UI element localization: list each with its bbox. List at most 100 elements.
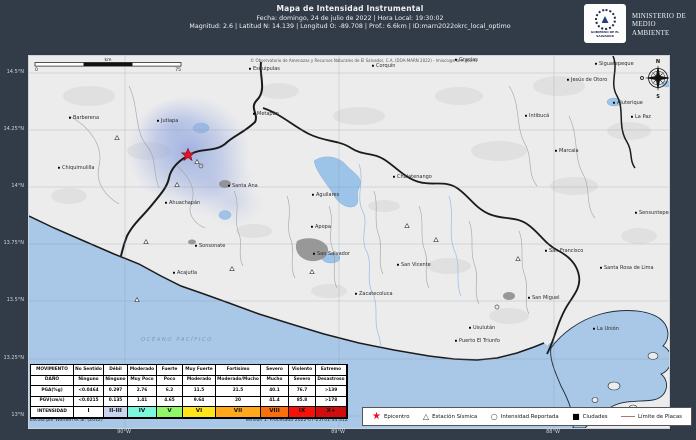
- city-label: Jesús de Otoro: [570, 76, 607, 83]
- table-cell: IV: [128, 407, 157, 418]
- table-cell: VII: [216, 407, 261, 418]
- city-label: Intibucá: [529, 112, 549, 119]
- lon-tick-label: 90°W: [111, 429, 137, 435]
- city-label: San Salvador: [317, 251, 351, 257]
- city-marker-icon: [528, 297, 530, 299]
- city-marker-icon: [393, 176, 395, 178]
- table-cell: Moderado: [128, 365, 157, 376]
- legend-item-label: Límite de Placas: [638, 414, 682, 420]
- city-label: Metapán: [257, 110, 279, 117]
- city-marker-icon: [253, 113, 255, 115]
- table-cell: VI: [183, 407, 216, 418]
- city-label: Ajuterique: [617, 100, 643, 106]
- ministry-label: MINISTERIO DE MEDIO AMBIENTE: [632, 13, 694, 38]
- scale-source-note: Escala por Worden et al. (2012): [30, 418, 103, 423]
- table-cell: 1.41: [128, 397, 157, 408]
- header: Mapa de Intensidad Instrumental Fecha: d…: [30, 4, 670, 30]
- city-label: Chalatenango: [397, 174, 432, 180]
- city-label: Gracias: [459, 57, 478, 63]
- scale-unit: km: [105, 57, 112, 63]
- table-row-header: MOVIMIENTO: [31, 365, 74, 376]
- scale-end: 75: [175, 67, 181, 73]
- table-cell: X+: [316, 407, 347, 418]
- scale-start: 0: [35, 67, 38, 73]
- city-label: Acajutla: [177, 270, 197, 276]
- city-marker-icon: [69, 117, 71, 119]
- city-marker-icon: [312, 194, 314, 196]
- legend-item-label: Estación Sísmica: [432, 414, 477, 420]
- table-cell: I: [74, 407, 104, 418]
- city-label: Usulután: [473, 324, 495, 331]
- el-salvador-seal-icon: [595, 9, 616, 30]
- table-cell: 4.65: [157, 397, 183, 408]
- compass-n: N: [656, 59, 660, 65]
- lat-tick-label: 14.5°N: [7, 69, 24, 75]
- legend-item-label: Epicentro: [384, 414, 410, 420]
- table-cell: 2.76: [128, 386, 157, 397]
- header-event-line: Magnitud: 2.6 | Latitud N: 14.139 | Long…: [30, 23, 670, 30]
- symbol-legend: ★Epicentro△Estación Sísmica○Intensidad R…: [362, 407, 692, 426]
- table-cell: Ninguno: [104, 376, 128, 387]
- table-cell: No Sentido: [74, 365, 104, 376]
- city-marker-icon: [313, 253, 315, 255]
- gobierno-logo: GOBIERNO DE EL SALVADOR: [584, 4, 626, 43]
- table-cell: 20: [216, 397, 261, 408]
- table-row-header: PGA(%g): [31, 386, 74, 397]
- legend-item: △Estación Sísmica: [423, 413, 477, 421]
- city-label: Apopa: [315, 224, 331, 230]
- lat-tick-label: 13°N: [11, 412, 24, 418]
- city-marker-icon: [311, 226, 313, 228]
- table-cell: <0.0215: [74, 397, 104, 408]
- city-square-icon: ■: [572, 413, 580, 421]
- legend-item: ○Intensidad Reportada: [491, 413, 559, 421]
- table-cell: >178: [316, 397, 347, 408]
- table-cell: 0.135: [104, 397, 128, 408]
- table-cell: <0.0464: [74, 386, 104, 397]
- city-marker-icon: [595, 63, 597, 65]
- table-cell: Poco: [157, 376, 183, 387]
- city-marker-icon: [600, 267, 602, 269]
- lat-tick-label: 14°N: [11, 183, 24, 189]
- table-cell: Extremo: [316, 365, 347, 376]
- city-label: Esquipulas: [253, 66, 280, 72]
- legend-item: ■Ciudades: [572, 413, 608, 421]
- table-cell: Violento: [289, 365, 316, 376]
- city-label: La Paz: [635, 114, 651, 120]
- city-marker-icon: [545, 250, 547, 252]
- city-label: Ahuachapán: [169, 199, 200, 206]
- table-cell: 9.64: [183, 397, 216, 408]
- table-cell: Mucho: [261, 376, 289, 387]
- table-cell: 40.1: [261, 386, 289, 397]
- gobierno-label: GOBIERNO DE EL SALVADOR: [584, 31, 626, 38]
- header-date-line: Fecha: domingo, 24 de julio de 2022 | Ho…: [30, 15, 670, 22]
- city-label: Chiquimulilla: [62, 165, 94, 171]
- city-label: Corquín: [376, 62, 395, 69]
- city-marker-icon: [157, 120, 159, 122]
- table-cell: IX: [289, 407, 316, 418]
- table-cell: 41.4: [261, 397, 289, 408]
- city-label: Santa Rosa de Lima: [604, 265, 654, 271]
- city-marker-icon: [249, 68, 251, 70]
- city-marker-icon: [228, 185, 230, 187]
- city-marker-icon: [455, 340, 457, 342]
- city-marker-icon: [631, 116, 633, 118]
- table-cell: Severo: [261, 365, 289, 376]
- compass-s: S: [656, 94, 660, 100]
- city-marker-icon: [397, 264, 399, 266]
- latitude-labels: 14.5°N14.25°N14°N13.75°N13.5°N13.25°N13°…: [2, 55, 26, 427]
- table-row-header: DAÑO: [31, 376, 74, 387]
- table-cell: Fuerte: [157, 365, 183, 376]
- table-cell: Fortísimo: [216, 365, 261, 376]
- table-cell: 0.297: [104, 386, 128, 397]
- table-cell: Débil: [104, 365, 128, 376]
- city-marker-icon: [165, 202, 167, 204]
- city-label: Barberena: [73, 115, 99, 121]
- table-cell: Ninguno: [74, 376, 104, 387]
- city-label: Puerto El Triunfo: [459, 338, 500, 344]
- table-cell: 6.2: [157, 386, 183, 397]
- city-label: Marcala: [559, 148, 579, 154]
- city-label: San Miguel: [532, 295, 560, 301]
- lat-tick-label: 13.75°N: [3, 240, 24, 246]
- legend-item-label: Ciudades: [583, 414, 608, 420]
- city-marker-icon: [525, 115, 527, 117]
